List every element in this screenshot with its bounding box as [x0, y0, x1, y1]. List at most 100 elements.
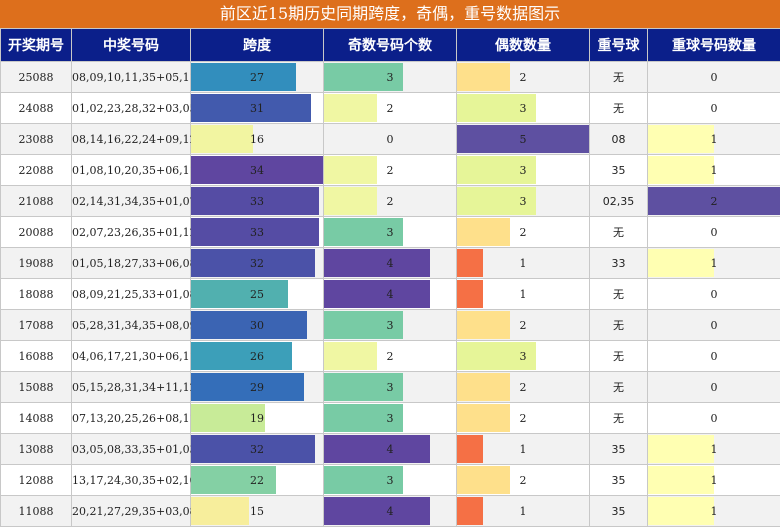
- odd-count-cell-label: 2: [324, 93, 456, 123]
- repeat-count-cell: 1: [648, 124, 780, 155]
- even-count-cell-label: 5: [457, 124, 589, 154]
- span-cell-label: 22: [191, 465, 323, 495]
- lottery-table: 开奖期号 中奖号码 跨度 奇数号码个数 偶数数量 重号球 重球号码数量 2508…: [0, 28, 780, 527]
- span-cell-label: 29: [191, 372, 323, 402]
- even-count-cell: 3: [457, 341, 590, 372]
- odd-count-cell: 2: [324, 341, 457, 372]
- span-cell-label: 33: [191, 217, 323, 247]
- page-title: 前区近15期历史同期跨度，奇偶，重号数据图示: [0, 0, 780, 28]
- repeat-ball-cell: 35: [590, 434, 648, 465]
- header-odd-count[interactable]: 奇数号码个数: [324, 29, 457, 62]
- span-cell-label: 30: [191, 310, 323, 340]
- numbers-cell: 01,08,10,20,35+06,11: [72, 155, 191, 186]
- odd-count-cell-label: 3: [324, 217, 456, 247]
- span-cell: 31: [191, 93, 324, 124]
- odd-count-cell: 2: [324, 186, 457, 217]
- numbers-cell: 02,07,23,26,35+01,12: [72, 217, 191, 248]
- repeat-ball-cell: 08: [590, 124, 648, 155]
- even-count-cell-label: 2: [457, 372, 589, 402]
- even-count-cell-label: 2: [457, 403, 589, 433]
- repeat-ball-cell: 35: [590, 155, 648, 186]
- odd-count-cell-label: 3: [324, 465, 456, 495]
- odd-count-cell: 3: [324, 465, 457, 496]
- even-count-cell: 1: [457, 279, 590, 310]
- even-count-cell-label: 3: [457, 341, 589, 371]
- period-cell: 14088: [1, 403, 72, 434]
- period-cell: 16088: [1, 341, 72, 372]
- even-count-cell-label: 2: [457, 217, 589, 247]
- even-count-cell: 2: [457, 372, 590, 403]
- numbers-cell: 08,09,21,25,33+01,08: [72, 279, 191, 310]
- odd-count-cell-label: 3: [324, 372, 456, 402]
- even-count-cell: 2: [457, 310, 590, 341]
- span-cell: 25: [191, 279, 324, 310]
- even-count-cell: 3: [457, 186, 590, 217]
- table-row: 1408807,13,20,25,26+08,111932无0: [1, 403, 780, 434]
- repeat-ball-cell: 35: [590, 465, 648, 496]
- table-row: 2408801,02,23,28,32+03,053123无0: [1, 93, 780, 124]
- span-cell-label: 15: [191, 496, 323, 526]
- table-row: 1208813,17,24,30,35+02,102232351: [1, 465, 780, 496]
- span-cell: 33: [191, 217, 324, 248]
- span-cell: 19: [191, 403, 324, 434]
- odd-count-cell-label: 2: [324, 186, 456, 216]
- period-cell: 12088: [1, 465, 72, 496]
- period-cell: 20088: [1, 217, 72, 248]
- span-cell: 33: [191, 186, 324, 217]
- repeat-count-cell-label: 2: [648, 186, 780, 216]
- span-cell-label: 19: [191, 403, 323, 433]
- repeat-count-cell: 1: [648, 248, 780, 279]
- numbers-cell: 03,05,08,33,35+01,03: [72, 434, 191, 465]
- repeat-count-cell-label: 1: [648, 124, 780, 154]
- span-cell: 15: [191, 496, 324, 527]
- repeat-count-cell: 0: [648, 372, 780, 403]
- span-cell: 32: [191, 248, 324, 279]
- table-header-row: 开奖期号 中奖号码 跨度 奇数号码个数 偶数数量 重号球 重球号码数量: [1, 29, 780, 62]
- repeat-count-cell: 0: [648, 217, 780, 248]
- even-count-cell-label: 2: [457, 62, 589, 92]
- period-cell: 25088: [1, 62, 72, 93]
- span-cell-label: 31: [191, 93, 323, 123]
- odd-count-cell-label: 0: [324, 124, 456, 154]
- table-row: 2308808,14,16,22,24+09,121605081: [1, 124, 780, 155]
- numbers-cell: 02,14,31,34,35+01,07: [72, 186, 191, 217]
- numbers-cell: 04,06,17,21,30+06,11: [72, 341, 191, 372]
- repeat-ball-cell: 无: [590, 217, 648, 248]
- table-row: 1908801,05,18,27,33+06,083241331: [1, 248, 780, 279]
- span-cell-label: 32: [191, 248, 323, 278]
- span-cell: 26: [191, 341, 324, 372]
- span-cell-label: 25: [191, 279, 323, 309]
- even-count-cell-label: 1: [457, 496, 589, 526]
- header-repeat-ball[interactable]: 重号球: [590, 29, 648, 62]
- odd-count-cell: 0: [324, 124, 457, 155]
- span-cell: 34: [191, 155, 324, 186]
- even-count-cell: 1: [457, 496, 590, 527]
- header-even-count[interactable]: 偶数数量: [457, 29, 590, 62]
- odd-count-cell-label: 2: [324, 155, 456, 185]
- even-count-cell: 5: [457, 124, 590, 155]
- table-row: 2208801,08,10,20,35+06,113423351: [1, 155, 780, 186]
- header-period[interactable]: 开奖期号: [1, 29, 72, 62]
- span-cell: 16: [191, 124, 324, 155]
- repeat-count-cell-label: 0: [648, 310, 780, 340]
- numbers-cell: 05,28,31,34,35+08,09: [72, 310, 191, 341]
- period-cell: 15088: [1, 372, 72, 403]
- repeat-count-cell: 1: [648, 465, 780, 496]
- even-count-cell-label: 3: [457, 155, 589, 185]
- odd-count-cell-label: 4: [324, 496, 456, 526]
- header-span[interactable]: 跨度: [191, 29, 324, 62]
- repeat-count-cell-label: 0: [648, 62, 780, 92]
- span-cell-label: 34: [191, 155, 323, 185]
- table-row: 1308803,05,08,33,35+01,033241351: [1, 434, 780, 465]
- odd-count-cell: 2: [324, 93, 457, 124]
- header-repeat-count[interactable]: 重球号码数量: [648, 29, 780, 62]
- odd-count-cell: 3: [324, 217, 457, 248]
- odd-count-cell-label: 3: [324, 310, 456, 340]
- repeat-ball-cell: 无: [590, 93, 648, 124]
- even-count-cell-label: 1: [457, 434, 589, 464]
- repeat-count-cell-label: 0: [648, 403, 780, 433]
- period-cell: 23088: [1, 124, 72, 155]
- repeat-count-cell: 1: [648, 434, 780, 465]
- repeat-count-cell: 0: [648, 93, 780, 124]
- header-numbers[interactable]: 中奖号码: [72, 29, 191, 62]
